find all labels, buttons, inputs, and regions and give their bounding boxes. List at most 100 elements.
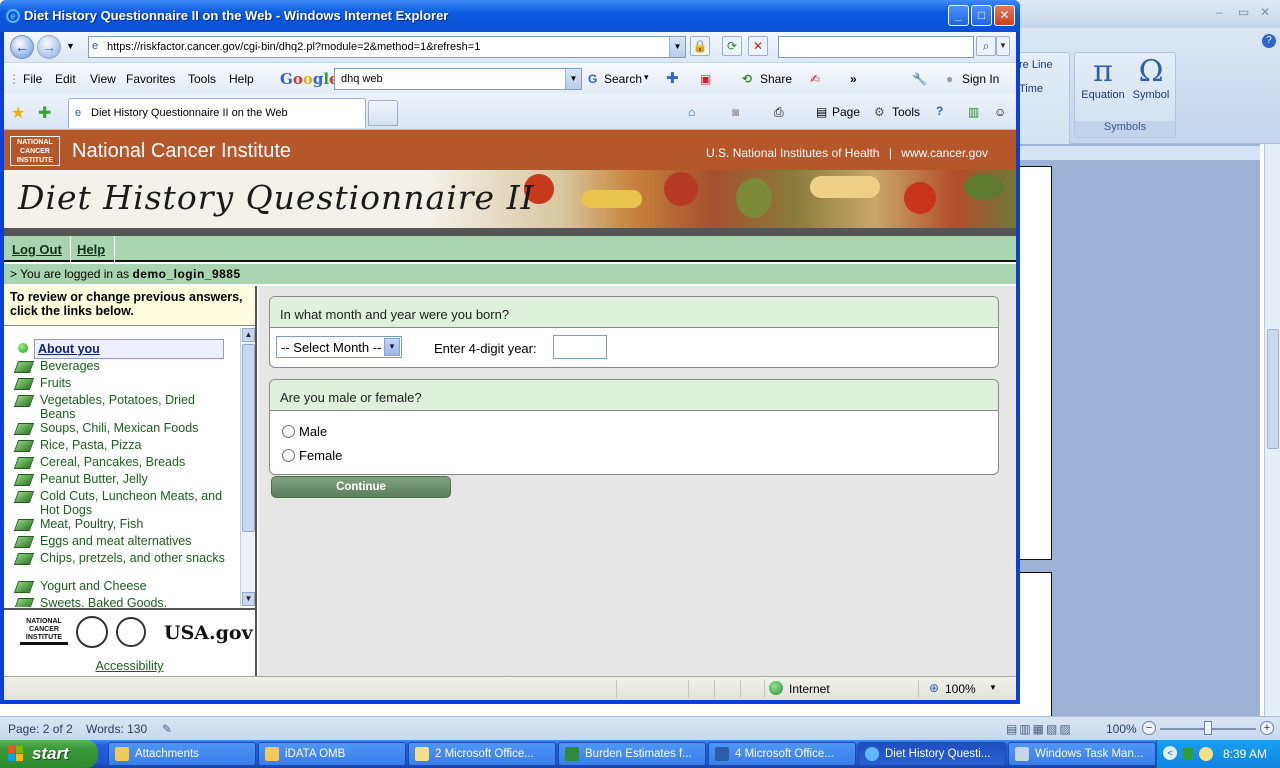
ribbon-partial-line[interactable]: re Line [1019,59,1053,71]
sidewiki-icon[interactable]: ✍ [810,72,820,86]
share-button[interactable]: Share [760,72,792,86]
continue-button[interactable]: Continue [271,476,451,498]
menu-edit[interactable]: Edit [55,72,76,86]
zoom-dropdown-icon[interactable]: ▼ [989,683,997,692]
minimize-icon[interactable]: – [1216,5,1223,19]
chevron-down-icon[interactable]: ▼ [384,338,400,356]
zoom-in-icon[interactable]: + [1260,721,1274,735]
plus-icon[interactable]: ✚ [666,69,679,87]
search-dropdown-icon[interactable]: ▾ [644,72,649,83]
zoom-slider-thumb[interactable] [1204,721,1212,735]
menu-help[interactable]: Help [229,72,254,86]
proofing-icon[interactable]: ✎ [162,722,172,736]
task-office-group-2[interactable]: 4 Microsoft Office... [708,742,856,766]
more-chevron-icon[interactable]: » [850,72,857,86]
sign-in-button[interactable]: Sign In [962,72,999,86]
view-buttons-icon[interactable]: ▤▥▦▧▨ [1006,722,1073,736]
task-office-group-1[interactable]: 2 Microsoft Office... [408,742,556,766]
page-menu[interactable]: Page [832,105,860,119]
menu-view[interactable]: View [90,72,116,86]
restore-icon[interactable]: ▭ [1238,5,1249,19]
birth-year-input[interactable] [553,335,607,359]
address-dropdown-icon[interactable]: ▼ [669,37,685,57]
scroll-down-icon[interactable]: ▼ [242,592,255,606]
task-idata-omb[interactable]: iDATA OMB [258,742,406,766]
menu-favorites[interactable]: Favorites [126,72,175,86]
word-scroll-thumb[interactable] [1267,329,1279,449]
print-icon[interactable]: ⎙ [774,105,784,120]
close-button[interactable]: ✕ [994,5,1015,26]
word-zoom-level[interactable]: 100% [1106,722,1137,736]
nci-footer-logo[interactable]: NATIONAL CANCER INSTITUTE [20,618,68,645]
feeds-icon[interactable]: ◙ [732,105,739,119]
nih-seal-icon[interactable] [116,617,146,647]
task-diet-history[interactable]: Diet History Questi... [858,742,1006,766]
lock-icon[interactable]: 🔒 [690,36,710,56]
help-link[interactable]: Help [77,242,105,257]
word-page-2[interactable] [1020,572,1052,716]
tools-menu[interactable]: Tools [892,105,920,119]
task-burden-estimates[interactable]: Burden Estimates f... [558,742,706,766]
close-icon[interactable]: ✕ [1260,5,1270,19]
radio-circle-icon[interactable] [282,425,295,438]
word-vertical-scrollbar[interactable] [1264,144,1280,716]
history-dropdown-icon[interactable]: ▼ [66,41,75,51]
zone-cell[interactable]: Internet [764,680,916,698]
help-icon[interactable]: ? [1262,34,1276,48]
address-bar[interactable]: e https://riskfactor.cancer.gov/cgi-bin/… [88,36,686,58]
google-search-input[interactable]: dhq web ▼ [334,68,582,90]
new-tab-button[interactable] [368,100,398,126]
task-task-manager[interactable]: Windows Task Man... [1008,742,1156,766]
minimize-button[interactable]: _ [948,5,969,26]
zoom-out-icon[interactable]: − [1142,721,1156,735]
popup-blocker-icon[interactable]: ▣ [700,72,711,86]
live-search-input[interactable] [778,36,974,58]
favorites-star-icon[interactable]: ★ [11,103,25,123]
ribbon-partial-time[interactable]: Time [1019,83,1043,95]
nci-logo[interactable]: NATIONAL CANCER INSTITUTE [10,136,60,166]
help-menu-icon[interactable]: ? [936,104,943,118]
equation-button[interactable]: π Equation [1079,55,1127,102]
messenger-icon[interactable]: ☺ [994,105,1006,119]
menu-tools[interactable]: Tools [188,72,216,86]
word-page[interactable] [1020,166,1052,560]
back-button[interactable]: ← [10,35,34,59]
word-word-count[interactable]: Words: 130 [86,722,147,736]
search-options-icon[interactable]: ▼ [996,36,1010,56]
search-icon[interactable]: ⌕ [976,36,996,56]
home-icon[interactable]: ⌂ [688,105,695,119]
cancer-gov-link[interactable]: www.cancer.gov [901,146,988,160]
start-button[interactable]: start [0,740,98,768]
refresh-icon[interactable]: ⟳ [722,36,742,56]
section-list-scrollbar[interactable]: ▲ ▼ [240,328,255,606]
stop-icon[interactable]: ✕ [748,36,768,56]
menu-file[interactable]: File [23,72,42,86]
nih-link[interactable]: U.S. National Institutes of Health [706,146,879,160]
usa-gov-logo[interactable]: USA.gov [164,622,253,644]
clock[interactable]: 8:39 AM [1223,747,1267,761]
forward-button[interactable]: → [37,35,61,59]
ie-titlebar[interactable]: e Diet History Questionnaire II on the W… [0,0,1020,32]
task-attachments[interactable]: Attachments [108,742,256,766]
birth-month-select[interactable]: -- Select Month -- ▼ [276,336,402,358]
tab-dhq[interactable]: e Diet History Questionnaire II on the W… [68,98,366,128]
nci-title[interactable]: National Cancer Institute [72,140,291,163]
add-favorite-icon[interactable]: ✚ [38,103,51,123]
google-search-button[interactable]: Search [604,72,642,86]
radio-circle-icon[interactable] [282,449,295,462]
hhs-seal-icon[interactable] [76,616,108,648]
scroll-up-icon[interactable]: ▲ [242,328,255,342]
wrench-icon[interactable]: 🔧 [912,72,927,86]
symbol-button[interactable]: Ω Symbol [1127,55,1175,102]
tray-messenger-icon[interactable] [1199,747,1213,761]
accessibility-link[interactable]: Accessibility [4,659,255,673]
word-page-count[interactable]: Page: 2 of 2 [8,722,73,736]
google-dropdown-icon[interactable]: ▼ [565,69,581,89]
section-scroll-thumb[interactable] [242,344,255,532]
zoom-cell[interactable]: ⊕ 100% ▼ [918,680,1008,698]
logout-link[interactable]: Log Out [12,242,62,257]
maximize-button[interactable]: □ [971,5,992,26]
research-icon[interactable]: ▥ [968,105,979,119]
tray-app-icon[interactable] [1183,748,1193,760]
tray-collapse-icon[interactable]: < [1163,746,1177,760]
